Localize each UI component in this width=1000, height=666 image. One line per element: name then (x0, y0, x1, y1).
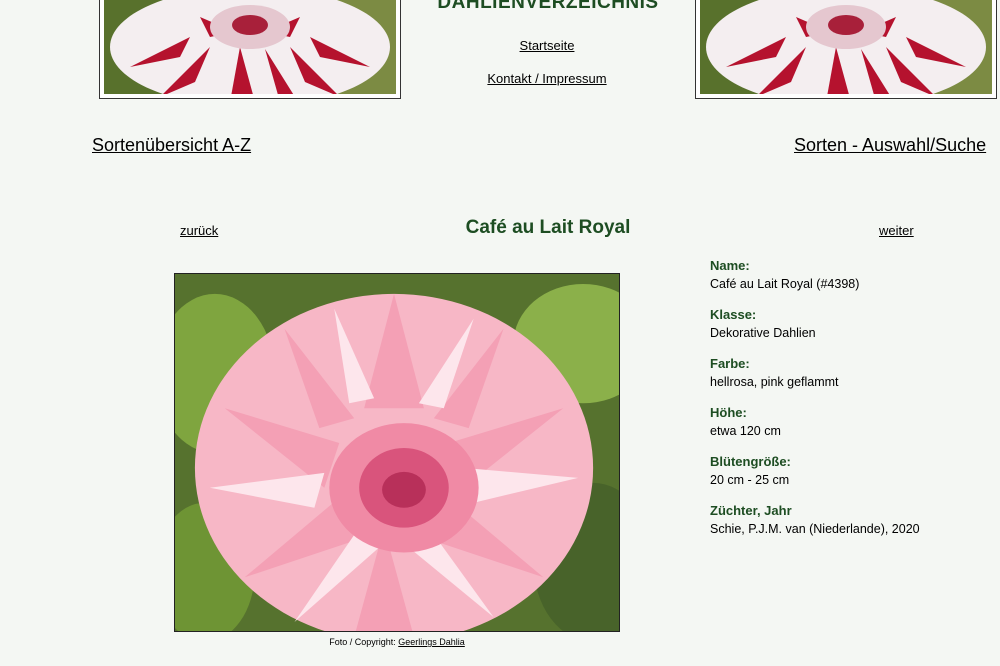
fact-bluetengroesse: Blütengröße: 20 cm - 25 cm (710, 453, 1000, 489)
fact-value: Dekorative Dahlien (710, 326, 816, 340)
fact-hoehe: Höhe: etwa 120 cm (710, 404, 1000, 440)
header-photo-left (99, 0, 401, 99)
fact-value: 20 cm - 25 cm (710, 473, 790, 487)
next-link[interactable]: weiter (879, 223, 914, 238)
dahlia-flower-image (175, 274, 619, 631)
photo-credit-link[interactable]: Geerlings Dahlia (398, 637, 465, 647)
fact-label: Blütengröße: (710, 454, 791, 469)
header-dahlia-image (700, 0, 992, 94)
fact-label: Farbe: (710, 356, 750, 371)
site-title: DAHLIENVERZEICHNIS (437, 0, 659, 13)
back-link[interactable]: zurück (180, 223, 218, 238)
fact-zuechter: Züchter, Jahr Schie, P.J.M. van (Niederl… (710, 502, 1000, 538)
variety-photo (174, 273, 620, 632)
fact-label: Name: (710, 258, 750, 273)
startseite-link[interactable]: Startseite (447, 38, 647, 53)
sorten-suche-link[interactable]: Sorten - Auswahl/Suche (794, 135, 986, 156)
fact-klasse: Klasse: Dekorative Dahlien (710, 306, 1000, 342)
fact-label: Züchter, Jahr (710, 503, 792, 518)
header-dahlia-image (104, 0, 396, 94)
kontakt-impressum-link[interactable]: Kontakt / Impressum (447, 71, 647, 86)
variety-title: Café au Lait Royal (465, 217, 631, 238)
fact-farbe: Farbe: hellrosa, pink geflammt (710, 355, 1000, 391)
photo-credit-prefix: Foto / Copyright: (329, 637, 396, 647)
fact-label: Klasse: (710, 307, 757, 322)
photo-credit: Foto / Copyright: Geerlings Dahlia (174, 637, 620, 647)
fact-value: hellrosa, pink geflammt (710, 375, 839, 389)
fact-label: Höhe: (710, 405, 747, 420)
header-photo-right (695, 0, 997, 99)
sortenuebersicht-link[interactable]: Sortenübersicht A-Z (92, 135, 251, 156)
fact-value: etwa 120 cm (710, 424, 781, 438)
fact-name: Name: Café au Lait Royal (#4398) (710, 257, 1000, 293)
fact-value: Schie, P.J.M. van (Niederlande), 2020 (710, 522, 920, 536)
variety-facts: Name: Café au Lait Royal (#4398) Klasse:… (710, 257, 1000, 551)
fact-value: Café au Lait Royal (#4398) (710, 277, 860, 291)
